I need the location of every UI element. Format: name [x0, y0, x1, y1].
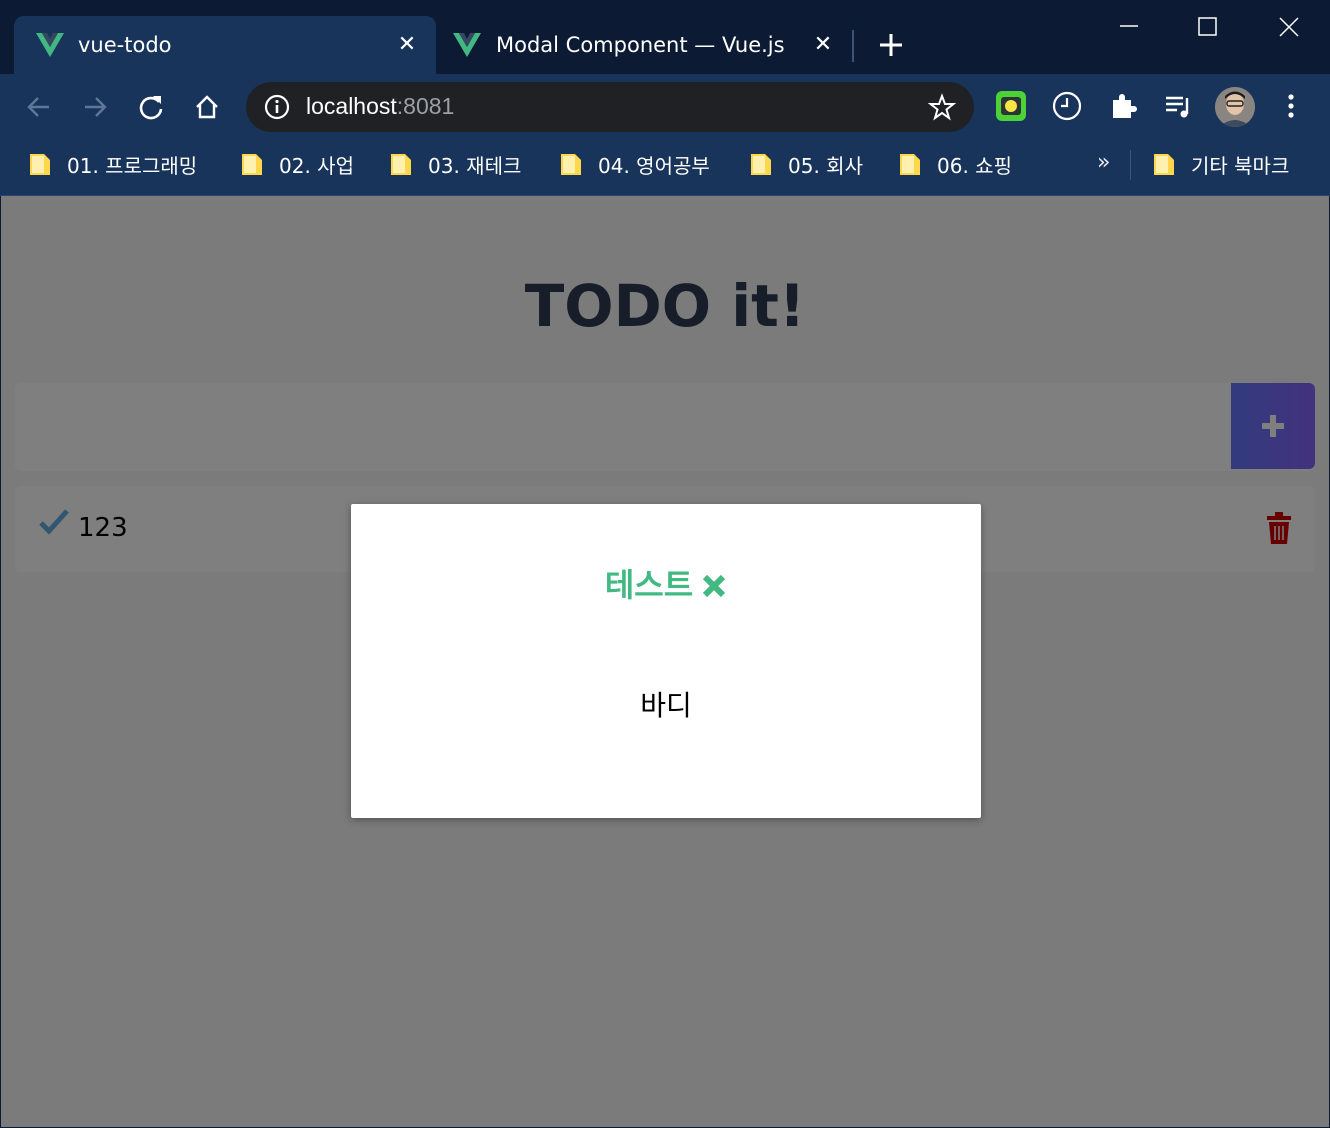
folder-icon	[1154, 154, 1174, 175]
bookmark-folder[interactable]: 05. 회사	[750, 148, 863, 180]
folder-icon	[900, 154, 920, 175]
new-tab-icon[interactable]	[876, 30, 906, 60]
bookmark-folder[interactable]: 06. 쇼핑	[899, 148, 1012, 180]
bookmark-folder[interactable]: 02. 사업	[241, 148, 354, 180]
bookmark-label: 05. 회사	[788, 153, 863, 178]
other-bookmarks-folder[interactable]: 기타 북마크	[1153, 148, 1289, 180]
tab-title: vue-todo	[78, 33, 172, 57]
home-icon[interactable]	[193, 93, 221, 121]
media-playlist-icon[interactable]	[1163, 90, 1195, 122]
menu-kebab-icon[interactable]	[1275, 90, 1307, 122]
other-bookmarks-label: 기타 북마크	[1191, 153, 1290, 178]
folder-icon	[30, 154, 50, 175]
tab-vue-todo[interactable]: vue-todo ✕	[14, 16, 436, 74]
bookmarks-overflow-chevron[interactable]: »	[1097, 150, 1110, 175]
bookmarks-bar: 01. 프로그래밍 02. 사업 03. 재테크 04. 영어공부 05. 회사…	[0, 138, 1330, 196]
back-arrow-icon[interactable]	[25, 93, 53, 121]
forward-arrow-icon[interactable]	[81, 93, 109, 121]
tab-close-icon[interactable]: ✕	[812, 34, 834, 56]
address-bar[interactable]: localhost:8081	[246, 82, 974, 132]
tab-separator	[852, 30, 854, 62]
info-icon[interactable]	[264, 94, 290, 120]
bookmark-folder[interactable]: 01. 프로그래밍	[29, 148, 197, 180]
url-text: localhost:8081	[306, 93, 454, 120]
bookmark-label: 06. 쇼핑	[937, 153, 1012, 178]
window-close-icon[interactable]	[1274, 12, 1304, 42]
modal-body: 바디	[640, 689, 692, 722]
bookmark-label: 01. 프로그래밍	[67, 153, 198, 178]
profile-avatar[interactable]	[1215, 87, 1255, 127]
folder-icon	[242, 154, 262, 175]
clock-extension-icon[interactable]	[1051, 90, 1083, 122]
modal-dialog: 테스트 바디	[351, 504, 981, 818]
tab-title: Modal Component — Vue.js	[496, 33, 785, 57]
page-viewport: TODO it! 123 테스트 바디	[1, 196, 1329, 1127]
folder-icon	[561, 154, 581, 175]
tab-close-icon[interactable]: ✕	[396, 34, 418, 56]
bookmark-label: 04. 영어공부	[598, 153, 710, 178]
tab-strip: vue-todo ✕ Modal Component — Vue.js ✕	[0, 0, 1330, 74]
tab-modal-component[interactable]: Modal Component — Vue.js ✕	[440, 16, 848, 74]
modal-close-icon[interactable]	[701, 573, 727, 599]
vue-logo-icon	[36, 33, 64, 57]
url-host: localhost	[306, 93, 397, 119]
reload-icon[interactable]	[137, 93, 165, 121]
modal-header: 테스트	[351, 560, 981, 606]
maximize-icon[interactable]	[1193, 12, 1223, 42]
folder-icon	[391, 154, 411, 175]
minimize-icon[interactable]	[1114, 12, 1144, 42]
puzzle-extensions-icon[interactable]	[1107, 90, 1139, 122]
bookmark-folder[interactable]: 04. 영어공부	[560, 148, 710, 180]
bookmark-star-icon[interactable]	[928, 93, 956, 121]
extension-green-icon[interactable]	[995, 90, 1027, 122]
bookmark-label: 02. 사업	[279, 153, 354, 178]
bookmarks-separator	[1130, 150, 1131, 180]
bookmark-folder[interactable]: 03. 재테크	[390, 148, 521, 180]
url-port: :8081	[396, 93, 455, 119]
modal-title: 테스트	[604, 566, 694, 604]
vue-logo-icon	[453, 33, 481, 57]
folder-icon	[751, 154, 771, 175]
profile-photo-icon	[1215, 87, 1255, 127]
bookmark-label: 03. 재테크	[428, 153, 522, 178]
